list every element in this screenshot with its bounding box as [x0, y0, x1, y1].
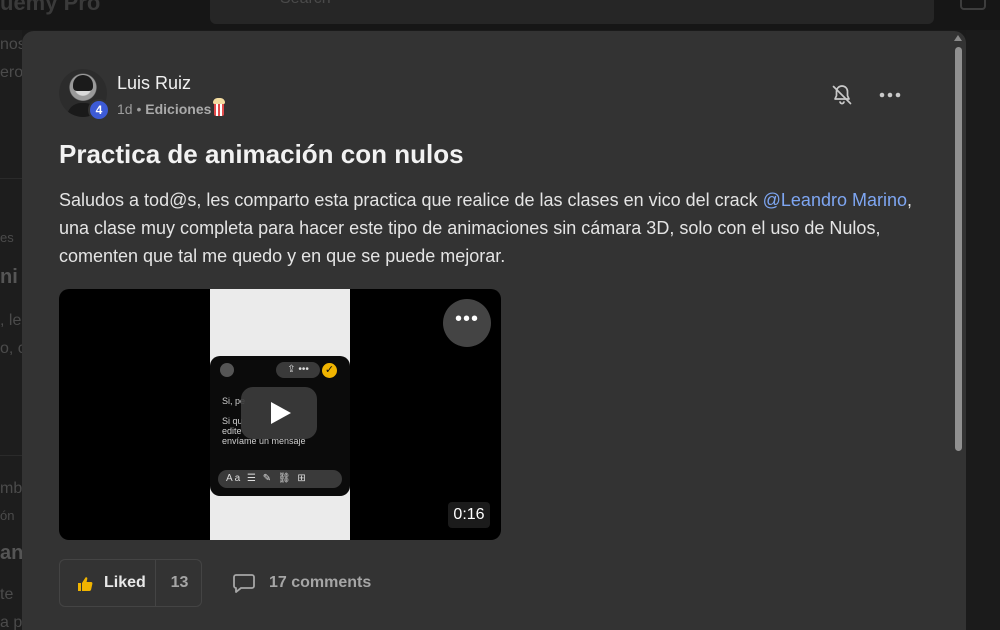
post-meta: 1d • Ediciones — [117, 98, 226, 117]
video-player[interactable]: ⇪ ••• ✓ Si, pe Si qu edite envíame un me… — [59, 289, 501, 540]
like-count[interactable]: 13 — [157, 560, 202, 606]
post-category[interactable]: Ediciones — [145, 101, 211, 117]
background-right-column — [966, 30, 1000, 630]
more-horizontal-icon — [879, 92, 901, 98]
bell-icon — [832, 85, 852, 105]
post-body-text: Saludos a tod@s, les comparto esta pract… — [59, 190, 763, 210]
background-divider — [0, 178, 22, 179]
popcorn-icon — [213, 98, 226, 116]
meta-separator: • — [136, 101, 142, 117]
mention-link[interactable]: @Leandro Marino — [763, 190, 907, 210]
background-feed-column: nos ero es ni , le o, c mb ón an te a p — [0, 30, 22, 630]
scroll-up-arrow[interactable] — [954, 35, 962, 41]
background-text-fragment: es — [0, 230, 14, 245]
post-time: 1d — [117, 101, 133, 117]
background-text-fragment: o, c — [0, 340, 22, 357]
preview-header-pill: ⇪ ••• — [276, 362, 320, 378]
background-search-placeholder: Search — [280, 0, 331, 8]
background-text-fragment: a p — [0, 614, 22, 630]
background-text-fragment: nos — [0, 36, 22, 53]
comments-label: 17 comments — [269, 574, 372, 591]
background-text-fragment: te — [0, 586, 14, 603]
scroll-thumb[interactable] — [955, 47, 962, 451]
notification-bell-button[interactable] — [830, 83, 854, 107]
like-control: Liked 13 — [59, 559, 202, 607]
author-name[interactable]: Luis Ruiz — [117, 73, 191, 94]
post-modal: 4 Luis Ruiz 1d • Ediciones Practica de a… — [22, 31, 966, 630]
background-top-bar: uemy Pro Search — [0, 0, 1000, 30]
chat-icon — [960, 0, 986, 10]
comment-icon — [233, 574, 255, 593]
background-text-fragment: mb — [0, 480, 22, 497]
background-text-fragment: ón — [0, 508, 15, 523]
level-badge: 4 — [88, 99, 110, 121]
video-duration: 0:16 — [448, 502, 490, 528]
like-label: Liked — [104, 574, 146, 591]
play-button[interactable] — [241, 387, 317, 439]
post-body: Saludos a tod@s, les comparto esta pract… — [59, 186, 929, 270]
post-title: Practica de animación con nulos — [59, 139, 464, 169]
background-divider — [0, 455, 22, 456]
background-text-fragment: , le — [0, 312, 22, 329]
post-options-button[interactable] — [876, 83, 904, 107]
background-text-fragment: ero — [0, 64, 22, 81]
video-options-button[interactable]: ••• — [443, 299, 491, 347]
back-icon — [220, 363, 234, 377]
background-search-bar: Search — [210, 0, 934, 24]
background-brand: uemy Pro — [0, 0, 101, 15]
thumbs-up-icon — [78, 577, 93, 591]
like-button[interactable]: Liked — [60, 560, 156, 606]
background-text-fragment: an — [0, 542, 22, 564]
background-text-fragment: ni — [0, 266, 18, 288]
check-icon: ✓ — [322, 363, 337, 378]
modal-scrollbar[interactable] — [951, 31, 965, 630]
preview-toolbar: Aa ☰ ✎ ⛓ ⊞ — [218, 470, 342, 488]
